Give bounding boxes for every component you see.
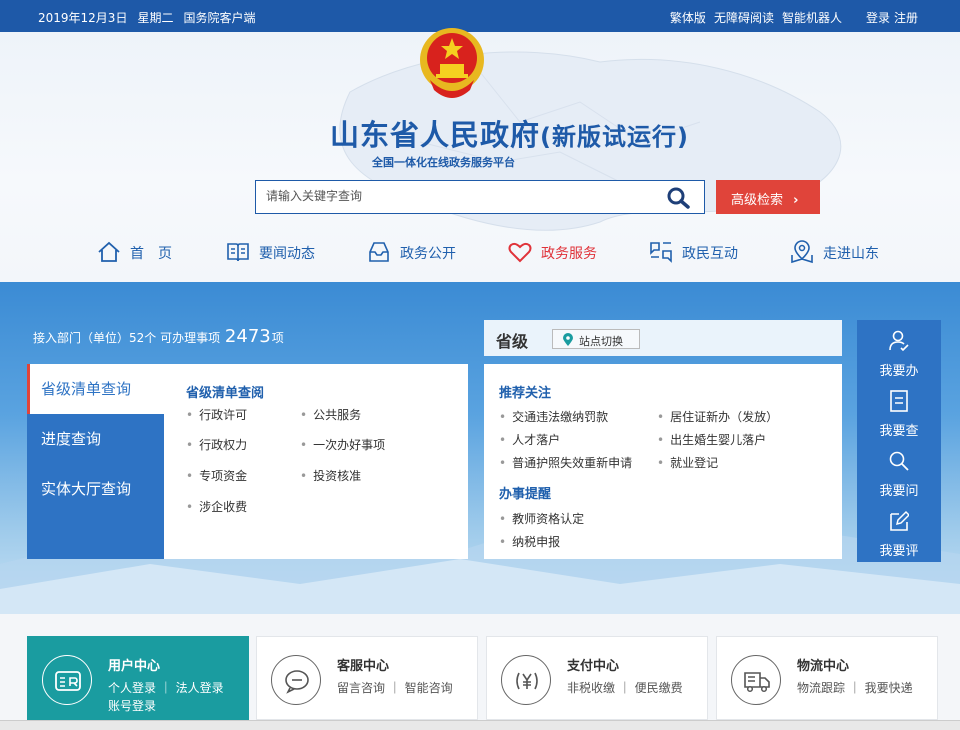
quick-evaluate[interactable]: 我要评: [857, 502, 941, 562]
user-center-card[interactable]: 用户中心 个人登录 ｜ 法人登录 账号登录: [27, 636, 249, 720]
list-item[interactable]: 涉企收费: [186, 498, 247, 515]
id-card-icon: [42, 655, 92, 705]
list-item[interactable]: 居住证新办（发放）: [657, 408, 778, 425]
national-emblem-icon: [420, 28, 484, 98]
card-links[interactable]: 个人登录 ｜ 法人登录: [108, 679, 224, 696]
date-text: 2019年12月3日: [38, 11, 128, 25]
header: 山东省人民政府(新版试运行) 全国一体化在线政务服务平台 高级检索 › 首 页 …: [0, 28, 960, 282]
quick-ask[interactable]: 我要问: [857, 442, 941, 502]
list-item[interactable]: 行政权力: [186, 436, 247, 453]
site-title: 山东省人民政府(新版试运行): [330, 118, 689, 152]
list-item[interactable]: 专项资金: [186, 467, 247, 484]
search-input[interactable]: [266, 189, 646, 203]
traditional-link[interactable]: 繁体版: [670, 11, 706, 25]
service-centers: 用户中心 个人登录 ｜ 法人登录 账号登录 客服中心 留言咨询 ｜ 智能咨询 支…: [0, 614, 960, 730]
list-item[interactable]: 出生婚生婴儿落户: [657, 431, 766, 448]
list-item[interactable]: 就业登记: [657, 454, 718, 471]
home-icon: [98, 241, 120, 262]
list-item[interactable]: 交通违法缴纳罚款: [499, 408, 608, 425]
query-side-menu: 省级清单查询 进度查询 实体大厅查询: [27, 364, 164, 559]
inbox-icon: [369, 242, 389, 262]
card-title: 物流中心: [797, 659, 850, 674]
register-link[interactable]: 注册: [894, 11, 918, 25]
card-links[interactable]: 物流跟踪 ｜ 我要快递: [797, 679, 913, 696]
quick-actions: 我要办 我要查 我要问 我要评: [857, 320, 941, 562]
list-item[interactable]: 教师资格认定: [499, 510, 584, 527]
menu-provincial-list[interactable]: 省级清单查询: [27, 364, 164, 414]
advanced-search-button[interactable]: 高级检索 ›: [716, 180, 820, 214]
main-nav: 首 页 要闻动态 政务公开 政务服务 政民互动 走进山东: [0, 232, 960, 272]
card-title: 用户中心: [108, 659, 161, 674]
menu-progress-query[interactable]: 进度查询: [27, 414, 164, 464]
book-icon: [227, 243, 249, 262]
account-login-link[interactable]: 账号登录: [108, 697, 156, 714]
site-switch-button[interactable]: 站点切换: [552, 329, 640, 349]
card-links[interactable]: 非税收缴 ｜ 便民缴费: [567, 679, 683, 696]
user-check-icon: [889, 330, 909, 352]
list-item[interactable]: 投资核准: [300, 467, 361, 484]
login-link[interactable]: 登录: [866, 11, 890, 25]
list-item[interactable]: 一次办好事项: [300, 436, 385, 453]
recommend-panel: 推荐关注 交通违法缴纳罚款 居住证新办（发放） 人才落户 出生婚生婴儿落户 普通…: [484, 364, 842, 559]
card-links[interactable]: 留言咨询 ｜ 智能咨询: [337, 679, 453, 696]
level-bar: 省级 站点切换: [484, 320, 842, 356]
truck-icon: [731, 655, 781, 705]
list-item[interactable]: 行政许可: [186, 406, 247, 423]
level-label: 省级: [496, 332, 529, 351]
robot-link[interactable]: 智能机器人: [782, 11, 842, 25]
chat-icon: [650, 242, 672, 263]
quick-query[interactable]: 我要查: [857, 382, 941, 442]
list-item[interactable]: 人才落户: [499, 431, 560, 448]
accessible-link[interactable]: 无障碍阅读: [714, 11, 774, 25]
panel-title: 省级清单查阅: [186, 386, 265, 401]
edit-icon: [890, 510, 909, 531]
payment-center-card[interactable]: 支付中心 非税收缴 ｜ 便民缴费: [486, 636, 708, 720]
stats-text: 接入部门（单位）52个 可办理事项 2473项: [33, 326, 284, 347]
search-icon: [889, 451, 909, 471]
recommend-title: 推荐关注: [499, 386, 552, 401]
reminder-title: 办事提醒: [499, 487, 552, 502]
heart-icon: [508, 242, 532, 263]
logistics-center-card[interactable]: 物流中心 物流跟踪 ｜ 我要快递: [716, 636, 938, 720]
card-title: 支付中心: [567, 659, 620, 674]
document-icon: [890, 390, 908, 412]
provincial-list-panel: 省级清单查阅 行政许可 公共服务 行政权力 一次办好事项 专项资金 投资核准 涉…: [164, 364, 468, 559]
site-subtitle: 全国一体化在线政务服务平台: [372, 156, 515, 169]
search-box: [255, 180, 705, 214]
client-link[interactable]: 国务院客户端: [183, 11, 255, 25]
location-icon: [563, 333, 573, 346]
list-item[interactable]: 普通护照失效重新申请: [499, 454, 632, 471]
customer-service-card[interactable]: 客服中心 留言咨询 ｜ 智能咨询: [256, 636, 478, 720]
weekday-text: 星期二: [137, 11, 174, 25]
menu-hall-query[interactable]: 实体大厅查询: [27, 464, 164, 514]
chat-bubble-icon: [271, 655, 321, 705]
quick-apply[interactable]: 我要办: [857, 322, 941, 382]
search-icon[interactable]: [666, 186, 692, 210]
map-pin-icon: [791, 240, 813, 264]
yuan-icon: [501, 655, 551, 705]
service-area: 接入部门（单位）52个 可办理事项 2473项 省级清单查询 进度查询 实体大厅…: [0, 282, 960, 614]
chevron-right-icon: ›: [793, 193, 799, 208]
card-title: 客服中心: [337, 659, 390, 674]
list-item[interactable]: 纳税申报: [499, 533, 560, 550]
list-item[interactable]: 公共服务: [300, 406, 361, 423]
browser-status-bar: [0, 720, 960, 730]
